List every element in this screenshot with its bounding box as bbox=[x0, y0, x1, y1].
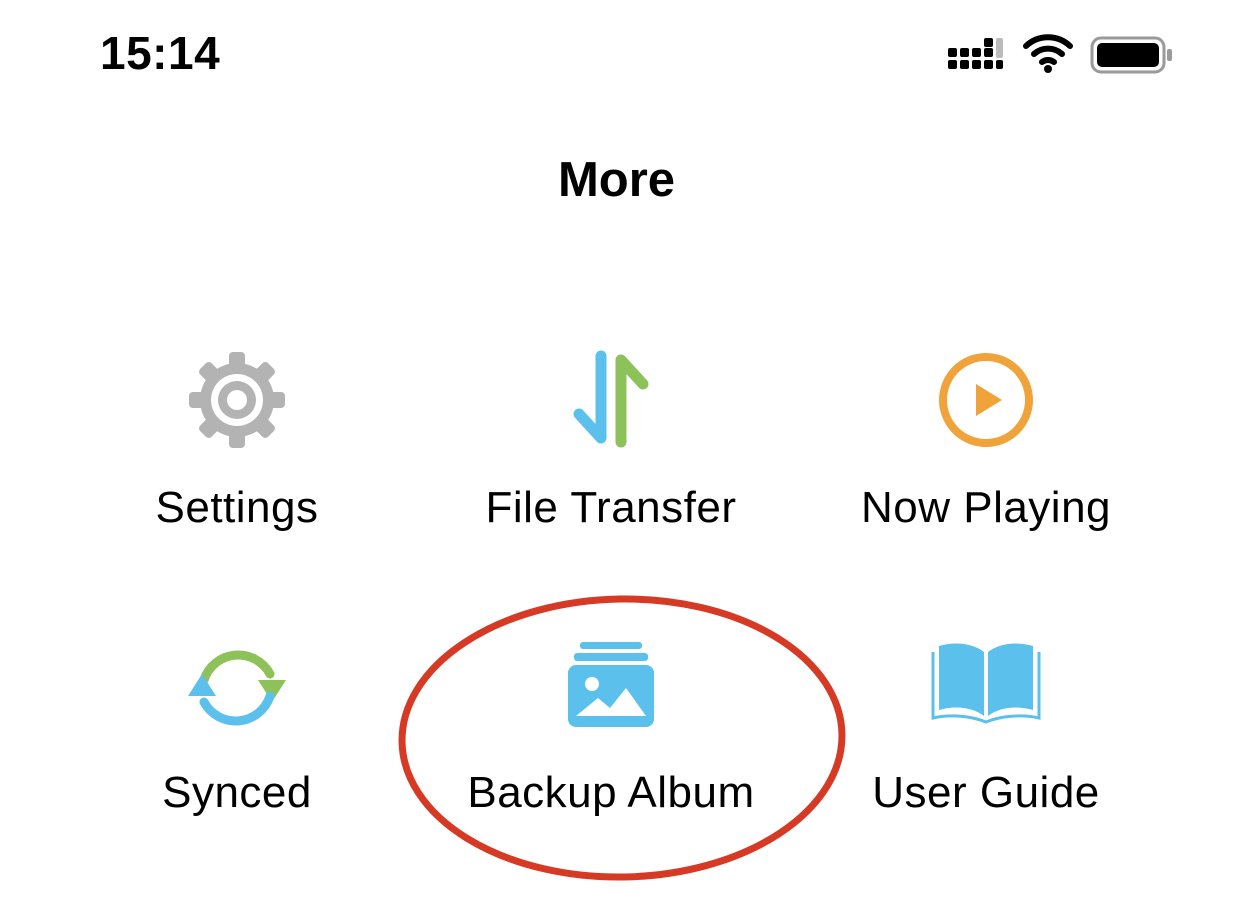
synced-button[interactable]: Synced bbox=[72, 640, 402, 870]
photo-album-icon bbox=[566, 640, 656, 735]
now-playing-button[interactable]: Now Playing bbox=[821, 350, 1151, 580]
gear-icon bbox=[187, 350, 287, 455]
settings-label: Settings bbox=[155, 483, 319, 532]
battery-icon bbox=[1090, 36, 1172, 74]
play-circle-icon bbox=[936, 350, 1036, 455]
file-transfer-label: File Transfer bbox=[485, 483, 737, 532]
open-book-icon bbox=[931, 640, 1041, 729]
cellular-signal-icon bbox=[948, 38, 1003, 69]
more-screen: 15:14 More Settings File Transfer Now Pl… bbox=[0, 0, 1233, 898]
file-transfer-button[interactable]: File Transfer bbox=[446, 350, 776, 580]
status-time: 15:14 bbox=[100, 27, 221, 79]
wifi-icon bbox=[1023, 34, 1073, 73]
now-playing-label: Now Playing bbox=[860, 483, 1112, 532]
user-guide-button[interactable]: User Guide bbox=[821, 640, 1151, 870]
status-icons bbox=[946, 30, 1176, 78]
backup-album-label: Backup Album bbox=[467, 768, 755, 817]
backup-album-button[interactable]: Backup Album bbox=[446, 640, 776, 870]
synced-label: Synced bbox=[162, 768, 312, 817]
user-guide-label: User Guide bbox=[872, 768, 1100, 817]
settings-button[interactable]: Settings bbox=[72, 350, 402, 580]
page-title: More bbox=[557, 153, 676, 207]
sync-icon bbox=[182, 640, 292, 741]
transfer-arrows-icon bbox=[571, 350, 651, 455]
